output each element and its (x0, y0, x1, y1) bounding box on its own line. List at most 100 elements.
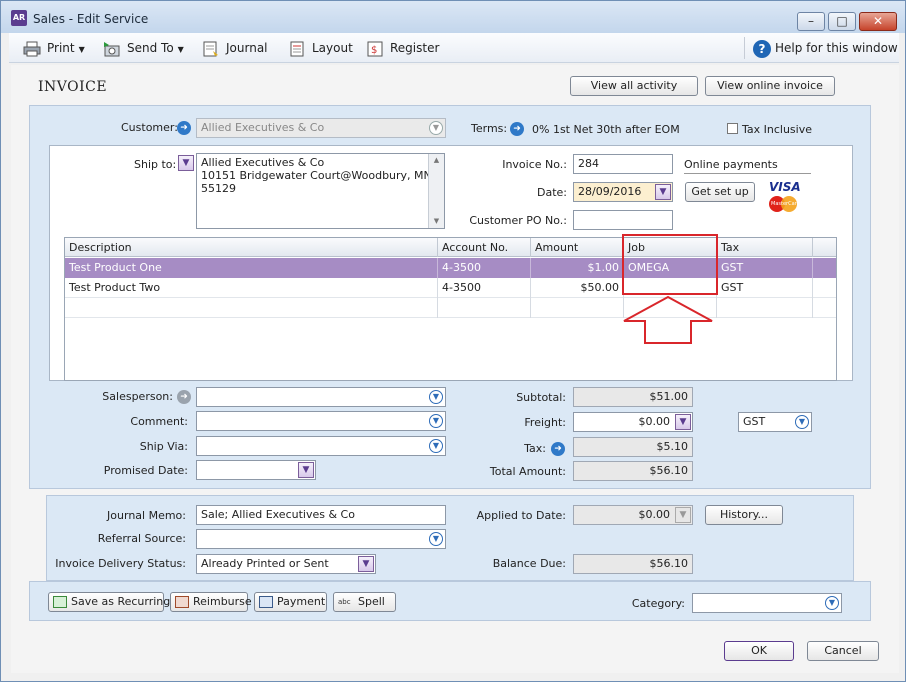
layout-icon (288, 41, 306, 57)
tax-value: $5.10 (573, 437, 693, 457)
maximize-button[interactable]: □ (828, 12, 856, 31)
referral-source-field[interactable]: ▼ (196, 529, 446, 549)
cell-amount[interactable]: $50.00 (531, 278, 624, 298)
chevron-down-icon: ▼ (429, 121, 443, 135)
promised-date-field[interactable]: ▼ (196, 460, 316, 480)
cell-tax[interactable]: GST (717, 278, 813, 298)
history-button[interactable]: History... (705, 505, 783, 525)
tax-arrow-icon[interactable]: ➜ (551, 442, 565, 456)
view-all-activity-button[interactable]: View all activity (570, 76, 698, 96)
calendar-dropdown-icon[interactable]: ▼ (655, 184, 671, 200)
title-bar: AR Sales - Edit Service – □ ✕ (1, 1, 905, 33)
window-title: Sales - Edit Service (33, 12, 149, 26)
printer-icon (23, 41, 41, 57)
column-header-account[interactable]: Account No. (438, 238, 531, 257)
print-button[interactable]: Print ▼ (23, 37, 85, 59)
column-header-amount[interactable]: Amount (531, 238, 624, 257)
balance-due-label: Balance Due: (492, 557, 566, 570)
journal-button[interactable]: Journal (202, 37, 268, 59)
terms-arrow-icon[interactable]: ➜ (510, 122, 524, 136)
visa-logo: VISA (769, 180, 801, 194)
balance-due-value: $56.10 (573, 554, 693, 574)
ship-via-field[interactable]: ▼ (196, 436, 446, 456)
freight-field[interactable]: $0.00 ▼ (573, 412, 693, 432)
promised-date-label: Promised Date: (103, 464, 188, 477)
chevron-down-icon: ▼ (825, 596, 839, 610)
save-as-recurring-button[interactable]: Save as Recurring (48, 592, 170, 612)
chevron-down-icon[interactable]: ▼ (358, 556, 374, 572)
minimize-button[interactable]: – (797, 12, 825, 31)
customer-field[interactable]: Allied Executives & Co ▼ (196, 118, 446, 138)
chevron-down-icon: ▼ (177, 45, 184, 54)
ship-to-address[interactable]: Allied Executives & Co 10151 Bridgewater… (196, 153, 445, 229)
comment-field[interactable]: ▼ (196, 411, 446, 431)
invoice-no-field[interactable]: 284 (573, 154, 673, 174)
annotation-arrow-icon (623, 295, 713, 344)
get-set-up-button[interactable]: Get set up (685, 182, 755, 202)
payment-icon (259, 596, 273, 608)
send-to-button[interactable]: Send To ▼ (103, 37, 184, 59)
register-button[interactable]: $ Register (366, 37, 439, 59)
delivery-status-field[interactable]: Already Printed or Sent ▼ (196, 554, 376, 574)
cell-account[interactable]: 4-3500 (438, 258, 531, 278)
help-icon: ? (753, 39, 771, 58)
help-button[interactable]: ? Help for this window (753, 37, 898, 59)
cell-account[interactable]: 4-3500 (438, 278, 531, 298)
salesperson-label: Salesperson: (102, 390, 173, 403)
total-amount-value: $56.10 (573, 461, 693, 481)
address-scrollbar[interactable]: ▲ ▼ (428, 154, 444, 228)
category-label: Category: (631, 597, 685, 610)
reimburse-button[interactable]: Reimburse (170, 592, 252, 612)
terms-label: Terms: (471, 122, 508, 135)
chevron-down-icon: ▼ (795, 415, 809, 429)
table-header: Description Account No. Amount Job Tax (65, 238, 836, 257)
salesperson-field[interactable]: ▼ (196, 387, 446, 407)
column-header-tax[interactable]: Tax (717, 238, 813, 257)
spell-button[interactable]: abc Spell (333, 592, 396, 612)
subtotal-label: Subtotal: (516, 391, 566, 404)
ok-button[interactable]: OK (724, 641, 794, 661)
column-header-description[interactable]: Description (65, 238, 438, 257)
freight-tax-code-field[interactable]: GST ▼ (738, 412, 812, 432)
date-label: Date: (537, 186, 567, 199)
reimburse-icon (175, 596, 189, 608)
register-icon: $ (366, 41, 384, 57)
table-row[interactable]: Test Product Two 4-3500 $50.00 GST (65, 278, 836, 298)
ship-to-label: Ship to: (134, 158, 177, 171)
chevron-down-icon[interactable]: ▼ (675, 414, 691, 430)
terms-value: 0% 1st Net 30th after EOM (532, 123, 680, 136)
close-button[interactable]: ✕ (859, 12, 897, 31)
tax-inclusive-label: Tax Inclusive (742, 123, 813, 136)
cell-tax[interactable]: GST (717, 258, 813, 278)
divider (684, 173, 811, 174)
app-icon: AR (11, 10, 27, 26)
spell-check-icon: abc (338, 598, 351, 606)
journal-memo-field[interactable]: Sale; Allied Executives & Co (196, 505, 446, 525)
table-row-empty[interactable] (65, 298, 836, 318)
category-field[interactable]: ▼ (692, 593, 842, 613)
date-field[interactable]: 28/09/2016 ▼ (573, 182, 673, 202)
ship-via-label: Ship Via: (139, 440, 188, 453)
ship-to-dropdown-icon[interactable]: ▼ (178, 155, 194, 171)
tax-inclusive-checkbox[interactable] (727, 123, 738, 134)
customer-detail-arrow-icon[interactable]: ➜ (177, 121, 191, 135)
applied-to-date-label: Applied to Date: (476, 509, 566, 522)
calendar-dropdown-icon[interactable]: ▼ (298, 462, 314, 478)
applied-to-date-value: $0.00 ▼ (573, 505, 693, 525)
cell-description[interactable]: Test Product One (65, 258, 438, 278)
svg-text:$: $ (371, 45, 377, 56)
toolbar-separator (744, 37, 745, 59)
page-title: INVOICE (38, 79, 108, 95)
layout-button[interactable]: Layout (288, 37, 353, 59)
salesperson-arrow-icon[interactable]: ➜ (177, 390, 191, 404)
view-online-invoice-button[interactable]: View online invoice (705, 76, 835, 96)
toolbar: Print ▼ Send To ▼ Journal Layout $ Register… (9, 33, 899, 63)
chevron-down-icon: ▼ (675, 507, 691, 523)
cell-description[interactable]: Test Product Two (65, 278, 438, 298)
customer-po-field[interactable] (573, 210, 673, 230)
online-payments-label: Online payments (684, 158, 778, 171)
table-row[interactable]: Test Product One 4-3500 $1.00 OMEGA GST (65, 258, 836, 278)
payment-button[interactable]: Payment (254, 592, 327, 612)
cancel-button[interactable]: Cancel (807, 641, 879, 661)
cell-amount[interactable]: $1.00 (531, 258, 624, 278)
